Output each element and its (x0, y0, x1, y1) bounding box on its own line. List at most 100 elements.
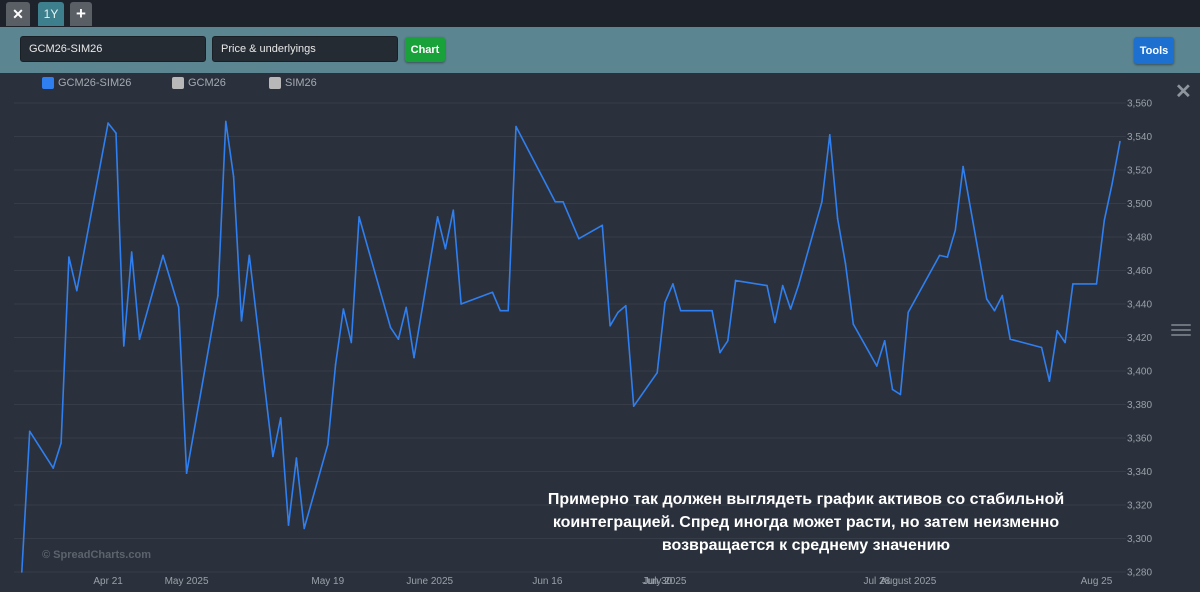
data-point (389, 326, 392, 329)
data-point (899, 393, 902, 396)
data-point (766, 284, 768, 287)
tab-1y[interactable]: 1Y (38, 2, 64, 26)
chart-mode-select[interactable]: Price & underlyings (212, 36, 398, 62)
data-point (248, 254, 251, 257)
x-tick-label: May 2025 (165, 576, 209, 587)
y-tick-label: 3,360 (1127, 434, 1152, 445)
data-point (656, 371, 658, 374)
data-point (491, 291, 494, 294)
data-point (327, 443, 329, 446)
data-point (444, 247, 447, 250)
x-tick-label: July 2025 (644, 576, 687, 587)
data-point (789, 308, 792, 310)
data-point (1009, 338, 1011, 340)
data-point (130, 251, 133, 253)
data-point (68, 256, 70, 258)
legend-label: GCM26 (188, 77, 226, 89)
data-point (413, 356, 415, 359)
data-point (499, 309, 502, 312)
data-point (546, 186, 549, 188)
toolbar: GCM26-SIM26 Price & underlyings Chart To… (0, 27, 1200, 73)
data-point (1001, 294, 1004, 297)
legend-item-spread[interactable]: GCM26-SIM26 (42, 76, 131, 90)
tools-button[interactable]: Tools (1134, 37, 1174, 64)
legend-label: GCM26-SIM26 (58, 77, 132, 89)
data-point (405, 306, 408, 309)
legend-swatch (42, 77, 54, 89)
data-point (1119, 140, 1121, 143)
data-point (185, 472, 188, 475)
legend-item-sim26[interactable]: SIM26 (269, 76, 317, 90)
y-tick-label: 3,380 (1127, 400, 1152, 411)
data-point (287, 524, 290, 526)
x-tick-label: May 19 (311, 576, 344, 587)
data-point (617, 311, 619, 314)
y-axis-ticks: 3,280 3,300 3,320 3,340 3,360 3,380 3,400 3,420… (1127, 99, 1152, 579)
data-point (515, 125, 517, 128)
data-point (21, 571, 23, 573)
y-tick-label: 3,300 (1127, 534, 1152, 545)
y-tick-label: 3,400 (1127, 367, 1152, 378)
y-tick-label: 3,420 (1127, 333, 1152, 344)
data-point (844, 263, 847, 265)
data-point (138, 338, 141, 340)
data-point (60, 442, 62, 444)
y-tick-label: 3,460 (1127, 266, 1152, 277)
y-tick-label: 3,500 (1127, 199, 1152, 210)
y-tick-label: 3,520 (1127, 166, 1152, 177)
data-point (727, 340, 729, 342)
data-point (774, 321, 776, 324)
data-point (664, 301, 666, 304)
data-point (821, 201, 823, 203)
data-point (1095, 283, 1098, 285)
data-point (962, 165, 964, 168)
data-point (781, 284, 784, 287)
data-point (679, 309, 682, 312)
legend-swatch (269, 77, 281, 89)
data-point (123, 345, 125, 347)
data-point (719, 351, 721, 354)
data-point (734, 279, 737, 282)
y-tick-label: 3,340 (1127, 467, 1152, 478)
x-tick-label: Aug 25 (1081, 576, 1113, 587)
data-point (632, 405, 635, 408)
data-point (107, 122, 109, 124)
legend-swatch (172, 77, 184, 89)
data-point (993, 309, 996, 312)
data-point (601, 224, 604, 227)
data-point (279, 417, 282, 419)
data-point (1111, 182, 1113, 185)
x-tick-label: August 2025 (880, 576, 937, 587)
data-point (452, 209, 455, 211)
x-tick-label: Jun 16 (532, 576, 562, 587)
data-point (938, 254, 941, 257)
data-point (1056, 330, 1058, 332)
data-point (342, 308, 345, 310)
data-point (334, 363, 337, 366)
data-point (436, 216, 439, 218)
data-point (232, 175, 235, 178)
add-tab-button[interactable]: + (70, 2, 92, 26)
data-point (554, 201, 556, 203)
chart-button[interactable]: Chart (405, 37, 445, 62)
data-point (295, 457, 298, 459)
data-point (891, 388, 894, 391)
y-tick-label: 3,320 (1127, 501, 1152, 512)
close-tab-button[interactable]: ✕ (6, 2, 30, 26)
x-tick-label: June 2025 (406, 576, 453, 587)
data-point (883, 340, 886, 342)
data-point (829, 134, 831, 136)
data-point (836, 217, 839, 220)
legend-label: SIM26 (285, 77, 317, 89)
x-axis-ticks: Apr 21 May 2025 May 19 June 2025 Jun 16 Jun 3… (93, 576, 1112, 587)
data-point (711, 309, 713, 312)
data-point (115, 132, 117, 134)
data-point (1064, 341, 1066, 344)
data-point (954, 229, 957, 232)
data-point (578, 237, 580, 240)
data-point (907, 311, 909, 314)
symbol-input[interactable]: GCM26-SIM26 (20, 36, 206, 62)
legend-item-gcm26[interactable]: GCM26 (172, 76, 226, 90)
watermark: © SpreadCharts.com (42, 549, 151, 561)
data-point (625, 304, 627, 307)
